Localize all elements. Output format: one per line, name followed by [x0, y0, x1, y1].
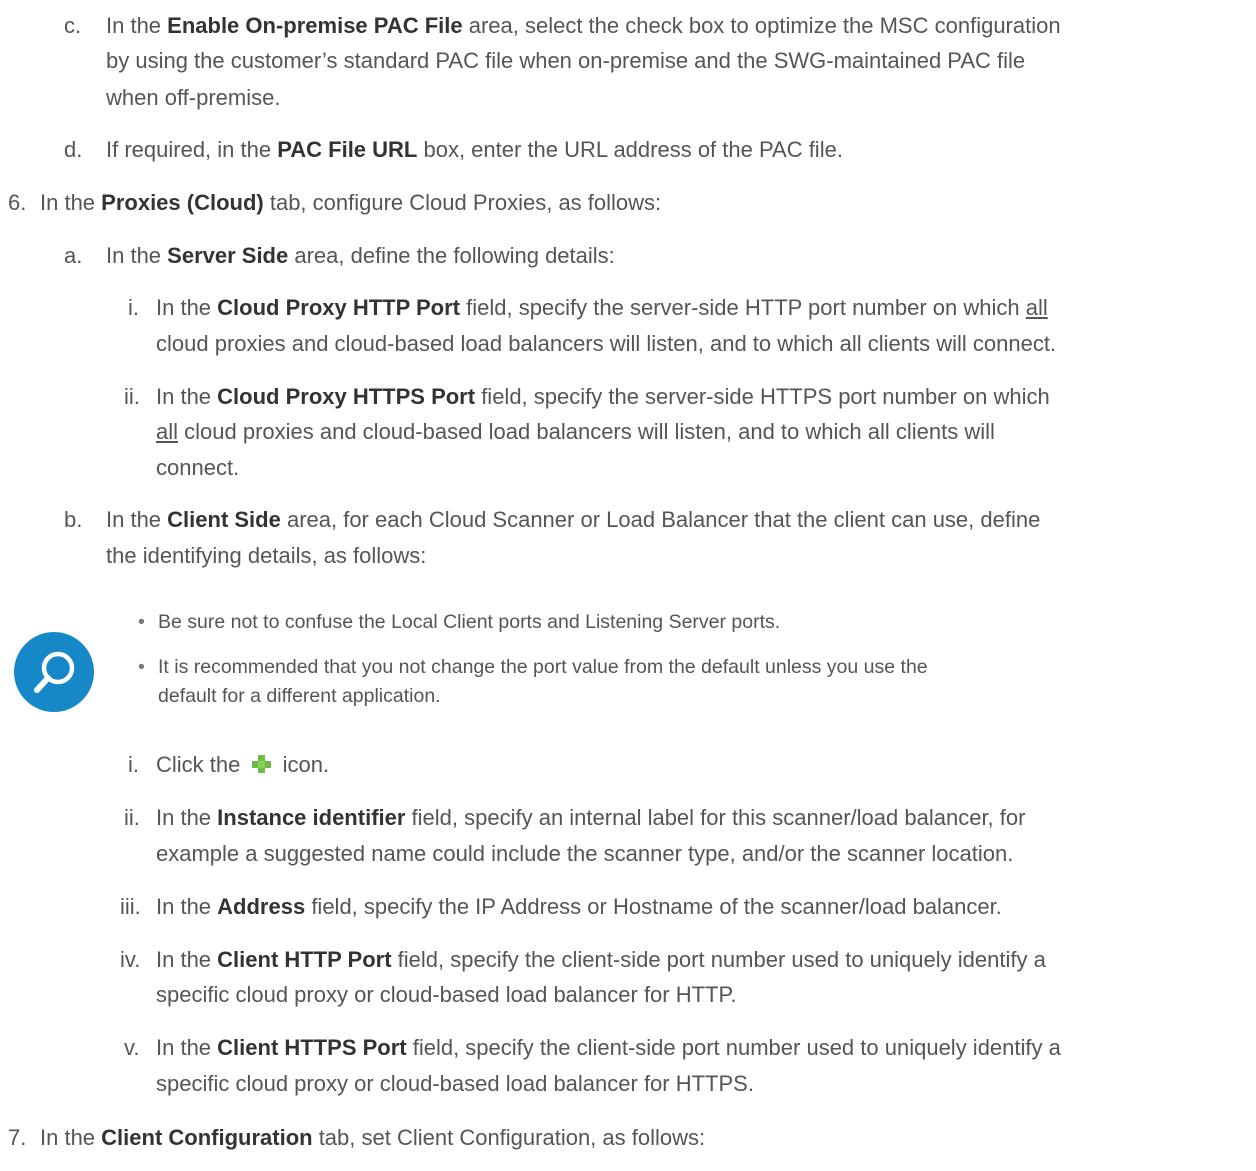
note-bullet-1: Be sure not to confuse the Local Client …	[158, 611, 781, 633]
note-bullet-1-dot: •	[138, 611, 145, 633]
step-c-line2: by using the customer’s standard PAC fil…	[106, 48, 1026, 73]
step-6b-iv-marker: iv.	[120, 947, 141, 972]
step-6b-iii-marker: iii.	[120, 894, 141, 919]
step-c-line1: In the Enable On-premise PAC File area, …	[106, 13, 1061, 38]
step-6a-marker: a.	[64, 243, 83, 268]
note-bullet-2-line1: It is recommended that you not change th…	[158, 656, 928, 678]
step-6b-line2: the identifying details, as follows:	[106, 543, 427, 568]
step-d-text: If required, in the PAC File URL box, en…	[106, 137, 843, 162]
step-6b-v-marker: v.	[124, 1035, 140, 1060]
step-6a-ii-line2: all cloud proxies and cloud-based load b…	[156, 419, 995, 444]
step-6b-i-marker: i.	[128, 752, 139, 777]
step-6a-ii-line1: In the Cloud Proxy HTTPS Port field, spe…	[156, 384, 1050, 409]
step-6b-i-text: Click the icon.	[156, 750, 330, 777]
step-6b-ii-line1: In the Instance identifier field, specif…	[156, 805, 1026, 830]
step-d-marker: d.	[64, 137, 83, 162]
step-c-marker: c.	[64, 13, 82, 38]
step-6a-text: In the Server Side area, define the foll…	[106, 243, 615, 268]
step-6a-i-marker: i.	[128, 295, 139, 320]
note-bullet-2-dot: •	[138, 656, 145, 678]
step-6a-i-line2: cloud proxies and cloud-based load balan…	[156, 331, 1057, 356]
step-6-text: In the Proxies (Cloud) tab, configure Cl…	[40, 190, 662, 215]
step-7-text: In the Client Configuration tab, set Cli…	[40, 1125, 706, 1150]
step-6b-v-line1: In the Client HTTPS Port field, specify …	[156, 1035, 1061, 1060]
step-6b-iii-text: In the Address field, specify the IP Add…	[156, 894, 1002, 919]
step-6b-marker: b.	[64, 507, 83, 532]
plus-icon	[250, 750, 272, 773]
step-6b-line1: In the Client Side area, for each Cloud …	[106, 507, 1041, 532]
step-c-line3: when off-premise.	[106, 85, 281, 110]
step-6b-ii-line2: example a suggested name could include t…	[156, 841, 1014, 866]
step-6b-iv-line1: In the Client HTTP Port field, specify t…	[156, 947, 1046, 972]
magnifier-icon	[14, 632, 94, 712]
step-6a-ii-marker: ii.	[124, 384, 140, 409]
step-6b-iv-line2: specific cloud proxy or cloud-based load…	[156, 982, 737, 1007]
note-bullet-2-line2: default for a different application.	[158, 685, 441, 707]
step-6-marker: 6.	[8, 190, 27, 215]
step-6a-ii-line3: connect.	[156, 455, 240, 480]
step-6b-ii-marker: ii.	[124, 805, 140, 830]
step-7-marker: 7.	[8, 1125, 27, 1150]
step-6a-i-line1: In the Cloud Proxy HTTP Port field, spec…	[156, 295, 1048, 320]
step-6b-v-line2: specific cloud proxy or cloud-based load…	[156, 1071, 754, 1096]
